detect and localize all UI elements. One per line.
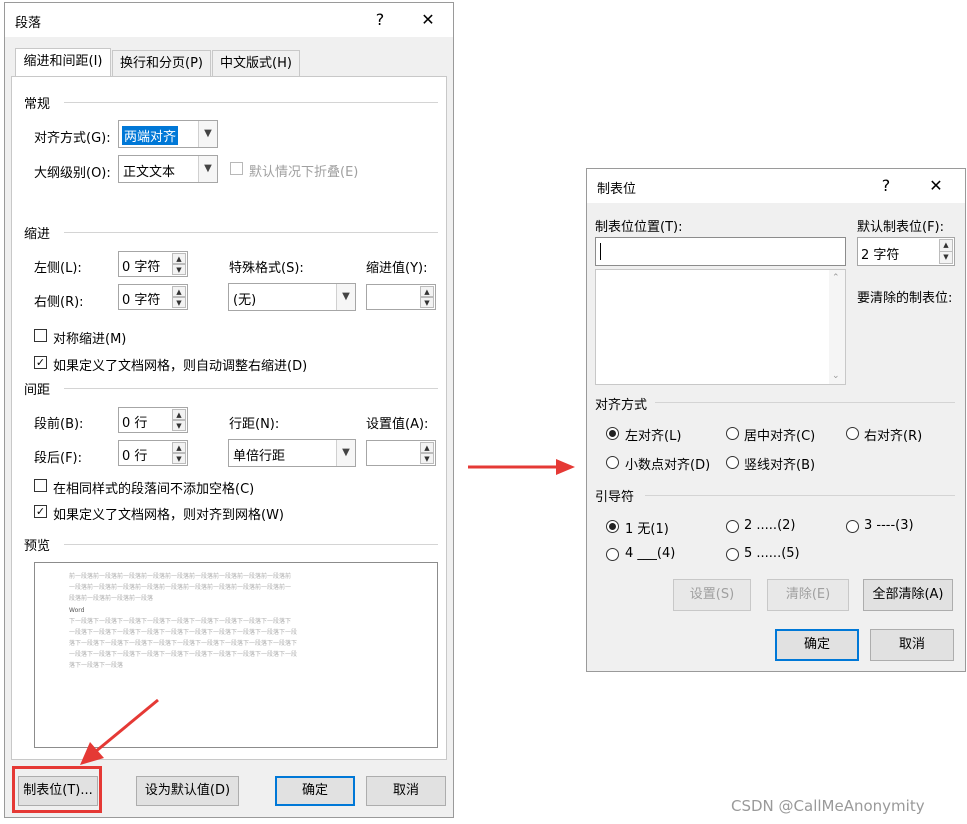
close-icon[interactable]: ✕ [923, 174, 949, 198]
tab-stop-list[interactable]: ⌃ ⌄ [595, 269, 846, 385]
tabs-cancel-button[interactable]: 取消 [870, 629, 954, 661]
align-bar-radio[interactable] [726, 456, 739, 469]
align-bar-label: 竖线对齐(B) [744, 458, 816, 473]
tab-stops-to-clear-label: 要清除的制表位: [857, 291, 953, 306]
align-decimal-label: 小数点对齐(D) [625, 458, 711, 473]
tabs-ok-button[interactable]: 确定 [775, 629, 859, 661]
tab-stop-position-label: 制表位位置(T): [595, 220, 683, 235]
leader-dots-radio[interactable] [726, 520, 739, 533]
tabs-dialog: 制表位 ? ✕ 制表位位置(T): ⌃ ⌄ 默认制表位(F): 2 字符 ▲ ▼… [586, 168, 966, 672]
align-center-radio[interactable] [726, 427, 739, 440]
align-center-label: 居中对齐(C) [744, 429, 816, 444]
align-left-radio[interactable] [606, 427, 619, 440]
align-left-label: 左对齐(L) [625, 429, 682, 444]
leader-underline-label: 4 ___(4) [625, 546, 676, 561]
default-tab-stops-label: 默认制表位(F): [857, 220, 945, 235]
clear-all-button[interactable]: 全部清除(A) [863, 579, 953, 611]
align-right-radio[interactable] [846, 427, 859, 440]
align-right-label: 右对齐(R) [864, 429, 923, 444]
leader-none-label: 1 无(1) [625, 522, 669, 537]
leader-dashes-radio[interactable] [846, 520, 859, 533]
leader-dots-label: 2 .....(2) [744, 518, 796, 533]
tabs-titlebar: 制表位 ? ✕ [587, 169, 965, 203]
watermark: CSDN @CallMeAnonymity [731, 797, 925, 815]
alignment-divider [655, 402, 955, 403]
tabs-dialog-title: 制表位 [597, 182, 637, 197]
arrow-to-tabs-button [94, 698, 159, 754]
scroll-up-icon[interactable]: ⌃ [832, 273, 840, 283]
align-decimal-radio[interactable] [606, 456, 619, 469]
default-tab-stops-spinner[interactable]: 2 字符 ▲ ▼ [857, 237, 955, 266]
leader-middle-dots-label: 5 ......(5) [744, 546, 800, 561]
leader-middle-dots-radio[interactable] [726, 548, 739, 561]
spin-down-icon[interactable]: ▼ [939, 251, 953, 264]
tab-stop-position-input[interactable] [595, 237, 846, 266]
leader-divider [645, 495, 955, 496]
arrow-head-icon [80, 742, 104, 765]
leader-section-title: 引导符 [595, 490, 635, 505]
alignment-section-title: 对齐方式 [595, 398, 648, 413]
scroll-down-icon[interactable]: ⌄ [832, 371, 840, 381]
leader-none-radio[interactable] [606, 520, 619, 533]
leader-underline-radio[interactable] [606, 548, 619, 561]
help-button[interactable]: ? [873, 174, 899, 198]
arrow-head-icon [556, 459, 575, 475]
list-scrollbar[interactable]: ⌃ ⌄ [829, 270, 845, 384]
set-button[interactable]: 设置(S) [673, 579, 751, 611]
text-cursor [600, 243, 601, 260]
clear-button[interactable]: 清除(E) [767, 579, 849, 611]
leader-dashes-label: 3 ----(3) [864, 518, 914, 533]
default-tab-stops-value: 2 字符 [861, 248, 900, 263]
